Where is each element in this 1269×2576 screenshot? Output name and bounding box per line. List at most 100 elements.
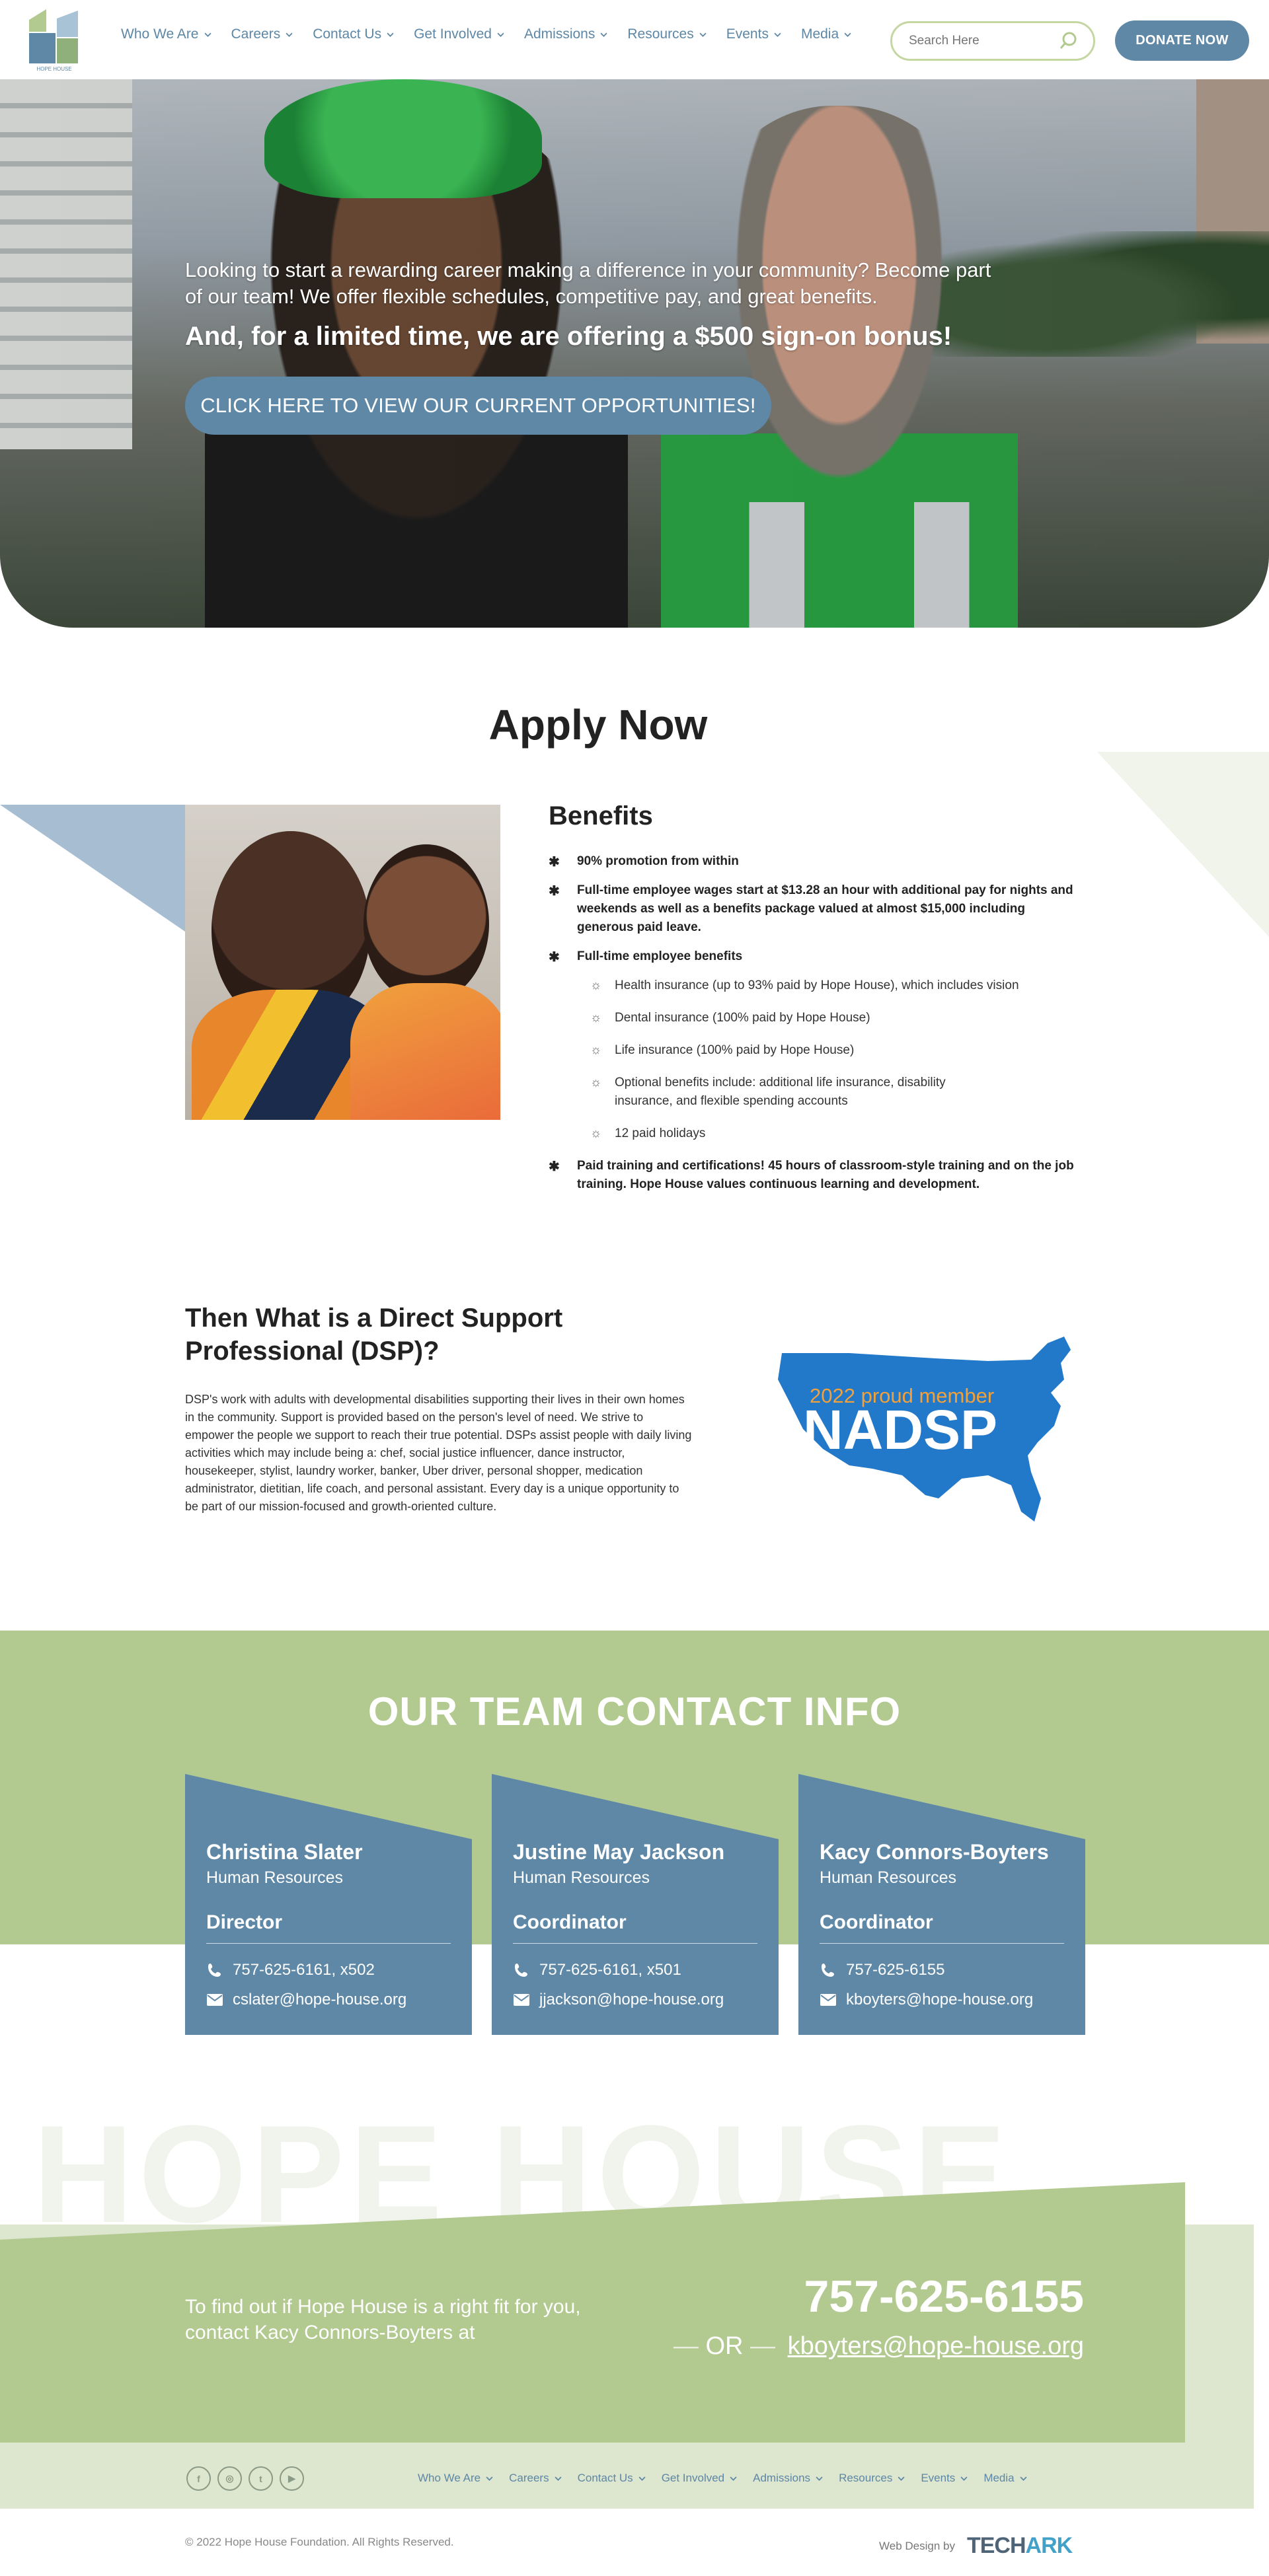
footer-nav-careers[interactable]: Careers <box>509 2472 562 2485</box>
contact-email[interactable]: jjackson@hope-house.org <box>513 1991 724 2009</box>
nav-resources[interactable]: Resources <box>627 26 707 42</box>
twitter-icon[interactable]: t <box>249 2466 273 2491</box>
nav-label: Events <box>921 2472 956 2484</box>
contact-phone[interactable]: 757-625-6161, x502 <box>206 1961 375 1979</box>
facebook-icon[interactable]: f <box>186 2466 211 2491</box>
phone-icon <box>208 1964 221 1977</box>
star-bullet-icon: ✱ <box>549 950 560 965</box>
contact-name: Kacy Connors-Boyters <box>820 1840 1049 1864</box>
contact-phone[interactable]: 757-625-6161, x501 <box>513 1961 681 1979</box>
social-links: f ◎ t ▶ <box>186 2466 304 2491</box>
nav-label: Media <box>800 26 839 42</box>
sub-benefit-text: Dental insurance (100% paid by Hope Hous… <box>615 1011 870 1025</box>
team-title: OUR TEAM CONTACT INFO <box>367 1689 902 1734</box>
email-text: kboyters@hope-house.org <box>846 1991 1034 2008</box>
divider <box>206 1943 451 1944</box>
nav-contact-us[interactable]: Contact Us <box>313 26 394 42</box>
nav-label: Media <box>983 2472 1015 2484</box>
nav-events[interactable]: Events <box>726 26 781 42</box>
nav-label: Careers <box>509 2472 549 2484</box>
divider <box>513 1943 757 1944</box>
chevron-down-icon <box>730 2476 737 2481</box>
footer-nav-resources[interactable]: Resources <box>839 2472 905 2485</box>
chevron-down-icon <box>1020 2476 1027 2481</box>
sun-bullet-icon: ☼ <box>590 1011 602 1025</box>
youtube-icon[interactable]: ▶ <box>280 2466 304 2491</box>
nav-label: Who We Are <box>418 2472 481 2484</box>
agency-logo[interactable]: TECHARK <box>967 2533 1073 2559</box>
divider <box>820 1943 1064 1944</box>
photo-shirt <box>350 983 500 1120</box>
or-text: OR <box>705 2332 744 2360</box>
search-icon[interactable] <box>1059 31 1079 51</box>
footer-nav-admissions[interactable]: Admissions <box>753 2472 823 2485</box>
footer-nav: Who We Are Careers Contact Us Get Involv… <box>418 2472 1043 2485</box>
chevron-down-icon <box>286 32 293 37</box>
instagram-icon[interactable]: ◎ <box>217 2466 242 2491</box>
chevron-down-icon <box>774 32 781 37</box>
contact-phone[interactable]: 757-625-6155 <box>820 1961 944 1979</box>
nav-label: Admissions <box>523 26 596 42</box>
nav-label: Get Involved <box>661 2472 725 2484</box>
chevron-down-icon <box>960 2476 968 2481</box>
benefit-item: ✱ Full-time employee benefits <box>549 947 1084 966</box>
contact-dept: Human Resources <box>820 1868 957 1887</box>
logo-house-icon[interactable]: HOPE HOUSE <box>26 7 82 73</box>
photo-person <box>364 844 489 1003</box>
contact-email[interactable]: kboyters@hope-house.org <box>820 1991 1033 2009</box>
chevron-down-icon <box>898 2476 905 2481</box>
chevron-down-icon <box>387 32 394 37</box>
footer-nav-media[interactable]: Media <box>983 2472 1027 2485</box>
footer-nav-events[interactable]: Events <box>921 2472 968 2485</box>
sub-benefit-item: ☼ Optional benefits include: additional l… <box>549 1074 985 1111</box>
nav-label: Admissions <box>753 2472 811 2484</box>
decorative-triangle <box>0 805 185 932</box>
sun-bullet-icon: ☼ <box>590 1126 602 1140</box>
nav-label: Resources <box>839 2472 893 2484</box>
cta-phone-link[interactable]: 757-625-6155 <box>661 2271 1084 2322</box>
contact-name: Justine May Jackson <box>513 1840 725 1864</box>
cta-text: To find out if Hope House is a right fit… <box>185 2296 581 2343</box>
email-icon <box>820 1994 836 2006</box>
chevron-down-icon <box>204 32 212 37</box>
staff-photo <box>185 805 500 1120</box>
nav-get-involved[interactable]: Get Involved <box>414 26 504 42</box>
chevron-down-icon <box>497 32 504 37</box>
footer-nav-who-we-are[interactable]: Who We Are <box>418 2472 493 2485</box>
benefits-title: Benefits <box>549 801 653 830</box>
phone-text: 757-625-6161, x502 <box>233 1961 375 1979</box>
copyright: © 2022 Hope House Foundation. All Rights… <box>185 2536 454 2548</box>
hero-overlay <box>0 79 1269 628</box>
email-text: jjackson@hope-house.org <box>539 1991 724 2008</box>
nav-who-we-are[interactable]: Who We Are <box>121 26 212 42</box>
hero-bonus: And, for a limited time, we are offering… <box>185 322 952 351</box>
footer-nav-get-involved[interactable]: Get Involved <box>662 2472 737 2485</box>
nav-media[interactable]: Media <box>801 26 851 42</box>
sun-bullet-icon: ☼ <box>590 978 602 992</box>
dsp-body: DSP's work with adults with developmenta… <box>185 1393 692 1513</box>
donate-button[interactable]: DONATE NOW <box>1115 20 1249 61</box>
chevron-down-icon <box>638 2476 646 2481</box>
star-bullet-icon: ✱ <box>549 855 560 869</box>
search-input[interactable] <box>909 34 1054 48</box>
sub-benefit-item: ☼ Life insurance (100% paid by Hope House… <box>549 1041 1084 1060</box>
nav-careers[interactable]: Careers <box>231 26 293 42</box>
contact-role: Director <box>206 1911 283 1933</box>
nav-admissions[interactable]: Admissions <box>524 26 607 42</box>
sub-benefit-item: ☼ Health insurance (up to 93% paid by Hop… <box>549 976 1084 995</box>
phone-text: 757-625-6161, x501 <box>539 1961 681 1979</box>
decorative-triangle <box>1097 752 1269 937</box>
benefit-item: ✱ Full-time employee wages start at $13.2… <box>549 881 1084 937</box>
star-bullet-icon: ✱ <box>549 884 560 899</box>
chevron-down-icon <box>486 2476 493 2481</box>
contact-email[interactable]: cslater@hope-house.org <box>206 1991 406 2009</box>
contact-name: Christina Slater <box>206 1840 363 1864</box>
view-opportunities-button[interactable]: CLICK HERE TO VIEW OUR CURRENT OPPORTUNI… <box>185 377 771 435</box>
cta-email-link[interactable]: kboyters@hope-house.org <box>788 2332 1084 2360</box>
nav-label: Careers <box>231 26 281 42</box>
footer-nav-contact-us[interactable]: Contact Us <box>578 2472 646 2485</box>
phone-icon <box>515 1964 527 1977</box>
dash: — <box>673 2332 699 2360</box>
site-header: HOPE HOUSE Who We Are Careers Contact Us… <box>0 0 1269 79</box>
main-nav: Who We Are Careers Contact Us Get Involv… <box>121 26 871 42</box>
